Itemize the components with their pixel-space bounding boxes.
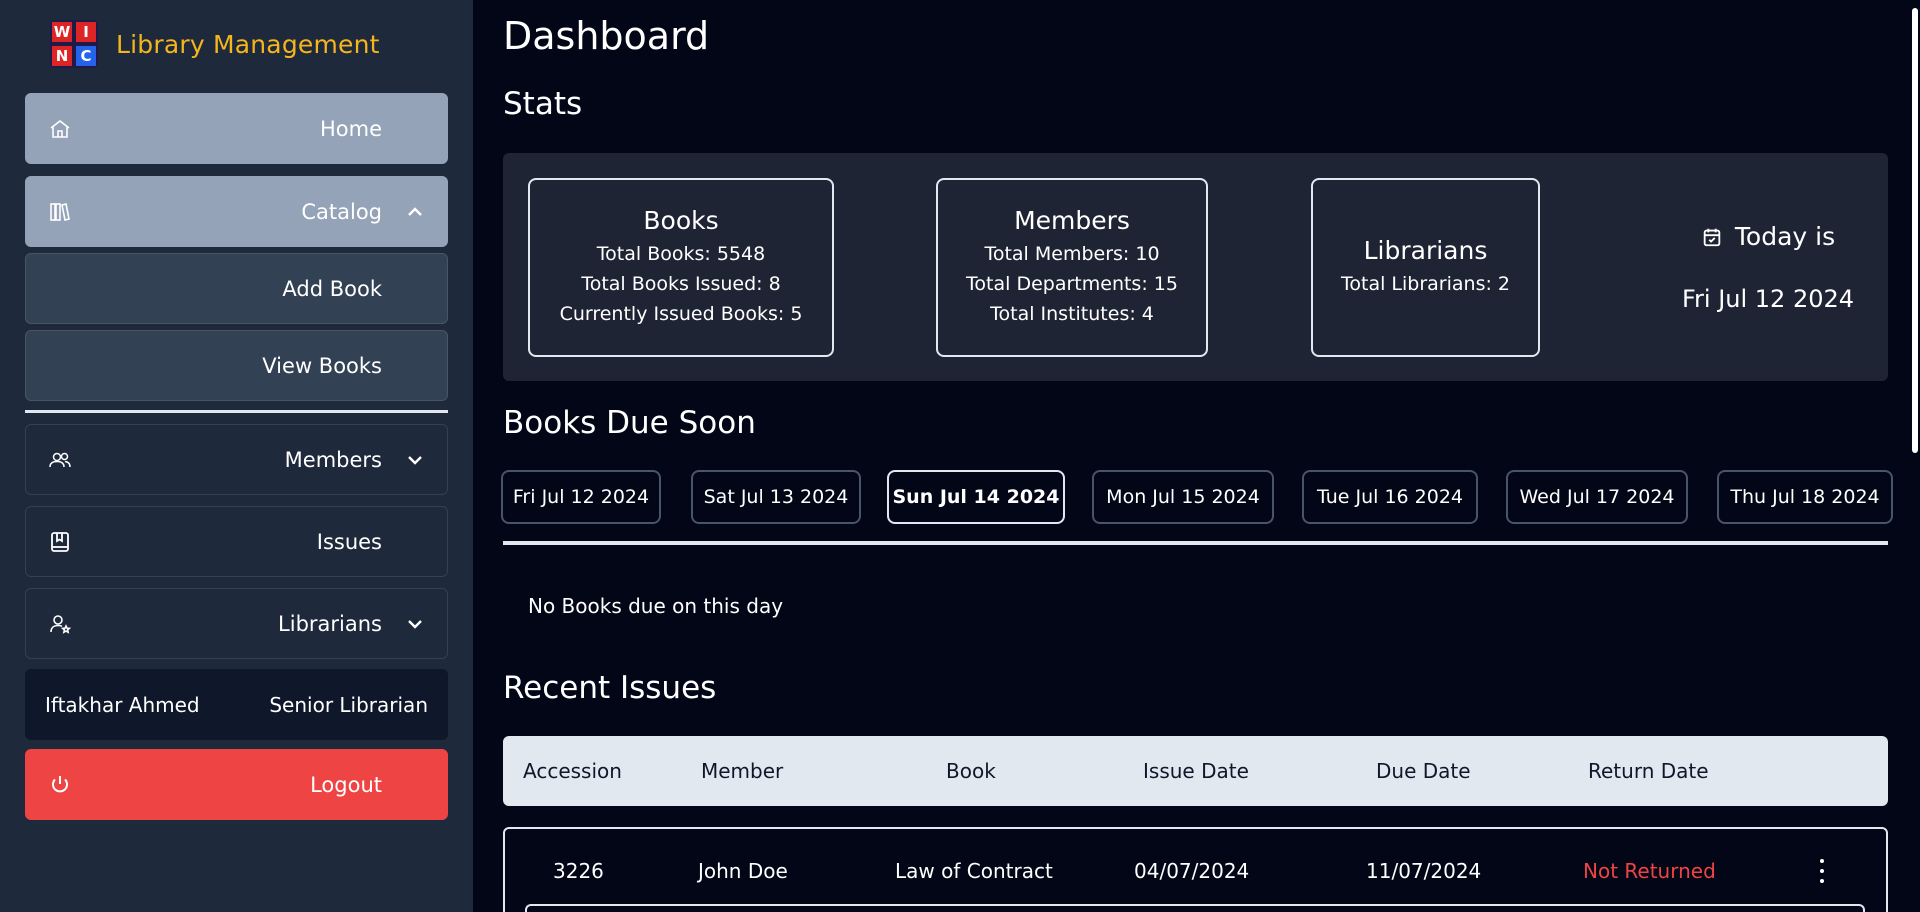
app-name: Library Management — [116, 29, 380, 59]
logo-letter: I — [76, 22, 96, 42]
logo-letter: N — [52, 46, 72, 66]
brand[interactable]: W I N C Library Management — [50, 20, 380, 68]
sidebar-divider — [25, 410, 448, 413]
members-stat-card: Members Total Members: 10 Total Departme… — [936, 178, 1208, 357]
scrollbar[interactable] — [1912, 8, 1918, 453]
current-user: Iftakhar Ahmed Senior Librarian — [25, 669, 448, 740]
sidebar-item-label: Add Book — [282, 276, 382, 301]
logout-label: Logout — [310, 772, 382, 797]
column-header[interactable]: Issue Date — [1143, 759, 1249, 783]
today-date: Fri Jul 12 2024 — [1681, 285, 1855, 313]
column-header[interactable]: Book — [946, 759, 996, 783]
power-icon — [48, 773, 72, 797]
sidebar-item-view-books[interactable]: View Books — [25, 330, 448, 401]
accession-cell: 3226 — [553, 859, 604, 883]
user-name: Iftakhar Ahmed — [45, 692, 200, 717]
stat-line: Total Books Issued: 8 — [581, 273, 781, 295]
books-stat-card: Books Total Books: 5548 Total Books Issu… — [528, 178, 834, 357]
today-head: Today is — [1701, 222, 1835, 251]
day-tab[interactable]: Mon Jul 15 2024 — [1092, 470, 1274, 524]
stat-line: Total Departments: 15 — [966, 273, 1178, 295]
day-tab[interactable]: Sat Jul 13 2024 — [691, 470, 861, 524]
return-status-cell: Not Returned — [1583, 859, 1716, 883]
day-tab[interactable]: Tue Jul 16 2024 — [1302, 470, 1478, 524]
sidebar-item-label: Catalog — [301, 199, 382, 224]
sidebar-item-label: View Books — [262, 353, 382, 378]
sidebar-item-label: Members — [284, 447, 382, 472]
stat-title: Books — [643, 206, 719, 235]
calendar-check-icon — [1703, 228, 1721, 246]
app-logo: W I N C — [50, 20, 98, 68]
sidebar-item-issues[interactable]: Issues — [25, 506, 448, 577]
tabs-underline — [503, 541, 1888, 545]
issue-date-cell: 04/07/2024 — [1134, 859, 1250, 883]
column-header[interactable]: Due Date — [1376, 759, 1471, 783]
no-books-due-message: No Books due on this day — [528, 594, 784, 618]
chevron-down-icon[interactable] — [403, 448, 427, 472]
column-header[interactable]: Member — [701, 759, 783, 783]
books-due-soon-title: Books Due Soon — [503, 405, 756, 441]
sidebar-item-members[interactable]: Members — [25, 424, 448, 495]
issues-table-header: Accession Member Book Issue Date Due Dat… — [503, 736, 1888, 806]
book-issue-icon — [48, 530, 72, 554]
stat-title: Librarians — [1363, 236, 1488, 265]
books-icon — [48, 200, 72, 224]
users-icon — [48, 448, 72, 472]
sidebar-item-label: Librarians — [278, 611, 382, 636]
day-tab-active[interactable]: Sun Jul 14 2024 — [887, 470, 1065, 524]
stats-title: Stats — [503, 86, 583, 122]
today-label: Today is — [1734, 222, 1836, 251]
user-role: Senior Librarian — [269, 692, 428, 717]
book-cell: Law of Contract — [895, 859, 1053, 883]
stat-line: Total Librarians: 2 — [1341, 273, 1510, 295]
sidebar: W I N C Library Management Home Catalog … — [0, 0, 473, 912]
sidebar-item-label: Issues — [316, 529, 382, 554]
stat-title: Members — [1014, 206, 1130, 235]
column-header[interactable]: Accession — [523, 759, 622, 783]
day-tab[interactable]: Thu Jul 18 2024 — [1717, 470, 1893, 524]
table-row[interactable]: 3226 John Doe Law of Contract 04/07/2024… — [503, 827, 1888, 912]
librarians-stat-card: Librarians Total Librarians: 2 — [1311, 178, 1540, 357]
sidebar-item-librarians[interactable]: Librarians — [25, 588, 448, 659]
day-tab[interactable]: Wed Jul 17 2024 — [1506, 470, 1688, 524]
more-options-icon[interactable] — [1818, 859, 1826, 883]
logout-button[interactable]: Logout — [25, 749, 448, 820]
sidebar-item-home[interactable]: Home — [25, 93, 448, 164]
day-tab[interactable]: Fri Jul 12 2024 — [501, 470, 661, 524]
stat-line: Currently Issued Books: 5 — [559, 303, 803, 325]
chevron-up-icon[interactable] — [403, 200, 427, 224]
today-widget: Today is Fri Jul 12 2024 — [1673, 178, 1863, 357]
stat-line: Total Institutes: 4 — [990, 303, 1154, 325]
chevron-down-icon[interactable] — [403, 612, 427, 636]
stat-line: Total Books: 5548 — [596, 243, 766, 265]
logo-letter: C — [76, 46, 96, 66]
due-day-tabs: Fri Jul 12 2024 Sat Jul 13 2024 Sun Jul … — [501, 470, 1893, 526]
main-content: Dashboard Stats Books Total Books: 5548 … — [473, 0, 1920, 912]
recent-issues-title: Recent Issues — [503, 670, 717, 706]
sidebar-item-catalog[interactable]: Catalog — [25, 176, 448, 247]
column-header[interactable]: Return Date — [1588, 759, 1709, 783]
member-cell: John Doe — [698, 859, 788, 883]
sidebar-item-add-book[interactable]: Add Book — [25, 253, 448, 324]
sidebar-item-label: Home — [319, 116, 382, 141]
row-details — [525, 904, 1865, 912]
stats-panel: Books Total Books: 5548 Total Books Issu… — [503, 153, 1888, 381]
stat-line: Total Members: 10 — [984, 243, 1160, 265]
page-title: Dashboard — [503, 14, 710, 58]
logo-letter: W — [52, 22, 72, 42]
user-star-icon — [48, 612, 72, 636]
home-icon — [48, 117, 72, 141]
due-date-cell: 11/07/2024 — [1366, 859, 1482, 883]
